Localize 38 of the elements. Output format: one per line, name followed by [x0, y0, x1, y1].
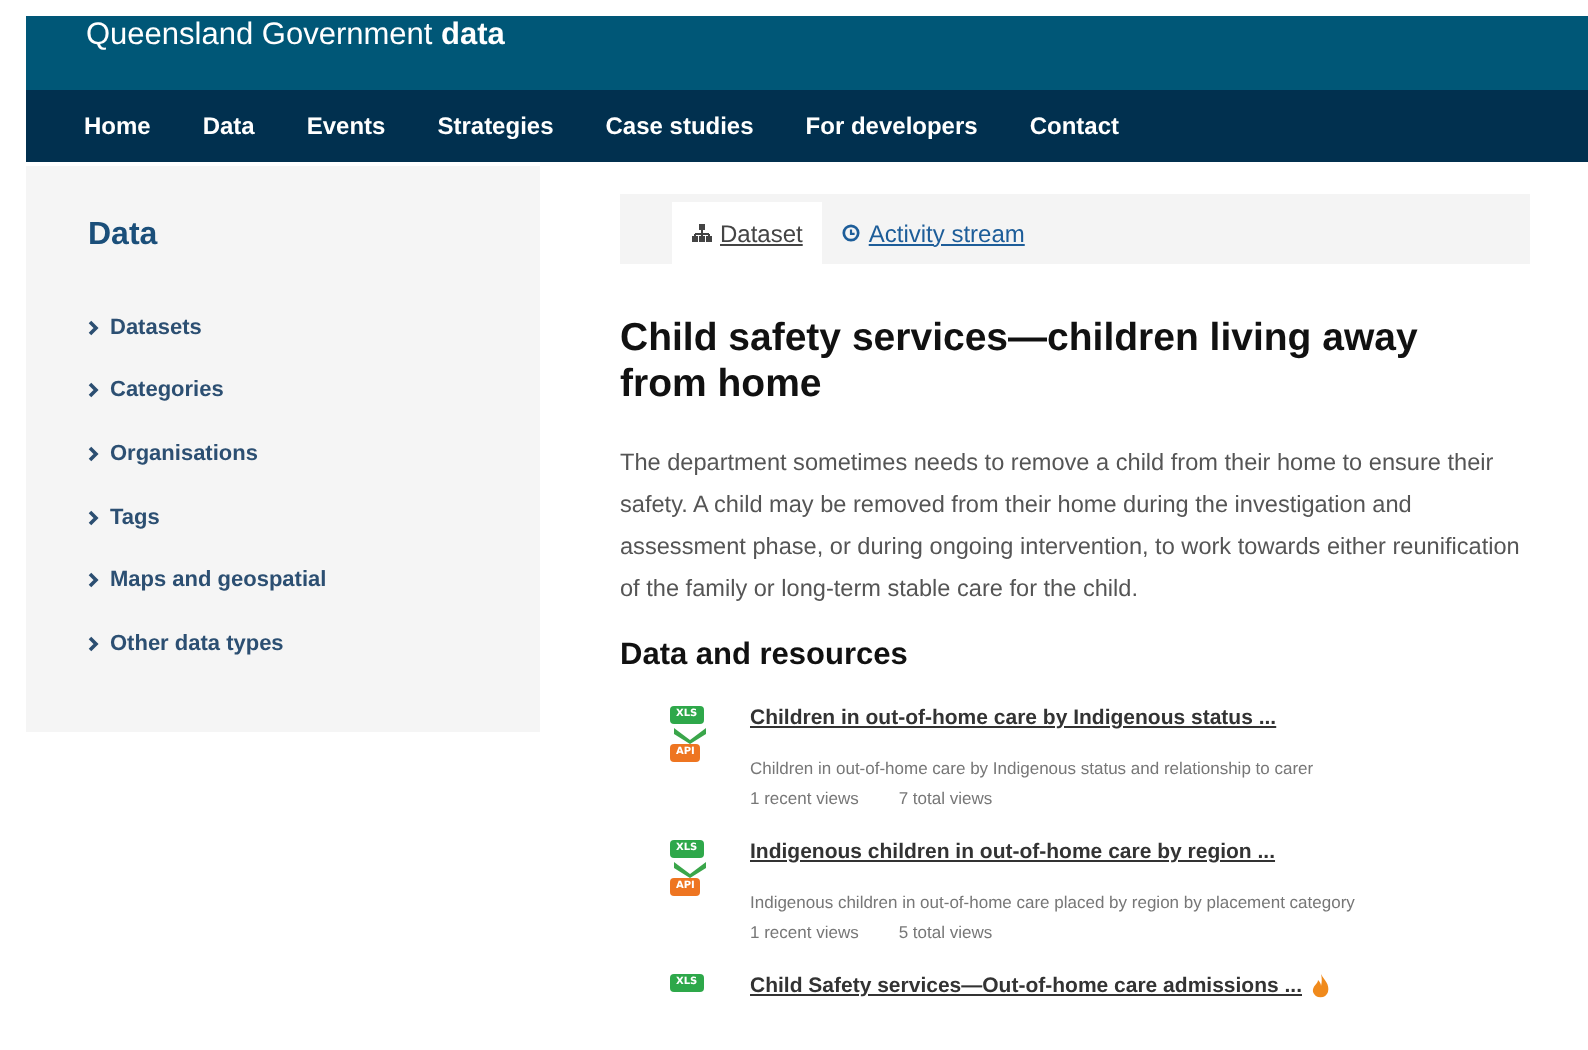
sidebar-link[interactable]: Datasets	[88, 296, 540, 360]
nav-link[interactable]: Case studies	[605, 112, 754, 140]
resource-link[interactable]: Child Safety services—Out-of-home care admissions ...	[750, 974, 1330, 998]
resource-description: Children in out-of-home care by Indigenous status and relationship to carer	[750, 758, 1314, 778]
sidebar-link[interactable]: Tags	[88, 485, 540, 549]
resource-link[interactable]: Indigenous children in out-of-home care by region ...	[750, 840, 1355, 864]
tab[interactable]: Activity stream	[822, 202, 1045, 264]
sidebar-link[interactable]: Organisations	[88, 422, 540, 486]
clock-icon	[842, 224, 861, 242]
nav-link[interactable]: Home	[84, 112, 151, 140]
recent-views-text: 1 recent views	[750, 788, 859, 808]
sitemap-icon	[692, 224, 712, 242]
chevron-right-icon	[88, 635, 100, 652]
chevron-right-icon	[88, 319, 100, 336]
nav-link[interactable]: Events	[306, 112, 386, 140]
chevron-right-icon	[88, 445, 100, 462]
nav-link[interactable]: Strategies	[437, 112, 554, 140]
sidebar-link[interactable]: Other data types	[88, 611, 540, 676]
chevron-right-icon	[88, 509, 100, 526]
sidebar-link[interactable]: Categories	[88, 359, 540, 423]
nav-link[interactable]: Contact	[1029, 112, 1119, 140]
resource-description: Indigenous children in out-of-home care placed by region by placement category	[750, 892, 1355, 912]
chevron-right-icon	[88, 572, 100, 589]
chevron-right-icon	[88, 382, 100, 399]
sidebar-link[interactable]: Maps and geospatial	[88, 548, 540, 612]
section-heading: Data and resources	[620, 638, 910, 674]
total-views-text: 5 total views	[898, 922, 993, 942]
site-title[interactable]: Queensland Government data	[86, 16, 505, 56]
page-title: Child safety services—children living away from home	[620, 316, 1420, 408]
description-text: The department sometimes needs to remove a child from their home to ensure their safety. A child may be removed from their home during the investigation and assessment phase, or during ongoing intervention, to work towards either reunification of the family or long-term stable care for the child.	[620, 446, 1520, 606]
sidebar-heading: Data	[88, 218, 160, 254]
total-views-text: 7 total views	[898, 788, 993, 808]
flame-icon	[1312, 974, 1330, 998]
nav-link[interactable]: For developers	[805, 112, 978, 140]
nav-link[interactable]: Data	[202, 112, 255, 140]
tab[interactable]: Dataset	[672, 202, 823, 264]
recent-views-text: 1 recent views	[750, 922, 859, 942]
resource-link[interactable]: Children in out-of-home care by Indigenous status ...	[750, 706, 1314, 730]
